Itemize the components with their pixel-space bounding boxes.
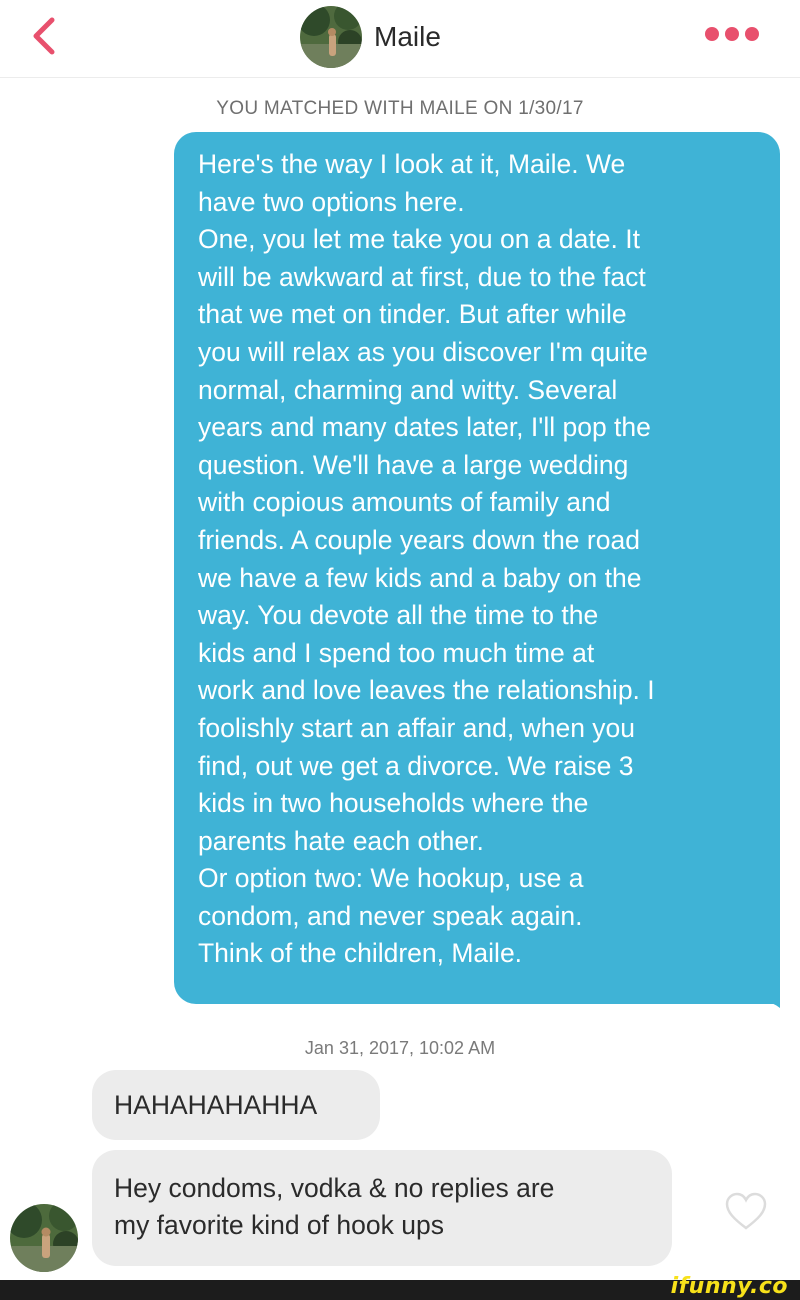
heart-outline-icon (725, 1192, 767, 1230)
back-button[interactable] (26, 16, 62, 56)
match-note: YOU MATCHED WITH MAILE ON 1/30/17 (216, 98, 584, 119)
incoming-message[interactable]: Hey condoms, vodka & no replies are my f… (92, 1150, 672, 1266)
outgoing-bubble-tail (760, 986, 780, 1008)
avatar[interactable] (300, 6, 362, 68)
message-timestamp: Jan 31, 2017, 10:02 AM (304, 1038, 496, 1058)
contact-profile-link[interactable]: Maile (300, 4, 441, 70)
incoming-message[interactable]: HAHAHAHAHHA (92, 1070, 380, 1140)
contact-name: Maile (374, 21, 441, 52)
more-options-icon (705, 27, 759, 41)
more-options-button[interactable] (702, 22, 762, 46)
watermark-logo: ifunny.co (670, 1274, 788, 1299)
sender-avatar[interactable] (10, 1204, 78, 1272)
like-message-button[interactable] (724, 1192, 768, 1232)
chat-header: Maile (0, 0, 800, 78)
profile-photo (300, 6, 362, 68)
chevron-left-icon (33, 17, 55, 55)
outgoing-message[interactable]: Here's the way I look at it, Maile. We h… (174, 132, 780, 1004)
watermark-bar: ifunny.co (0, 1274, 800, 1300)
profile-photo (10, 1204, 78, 1272)
